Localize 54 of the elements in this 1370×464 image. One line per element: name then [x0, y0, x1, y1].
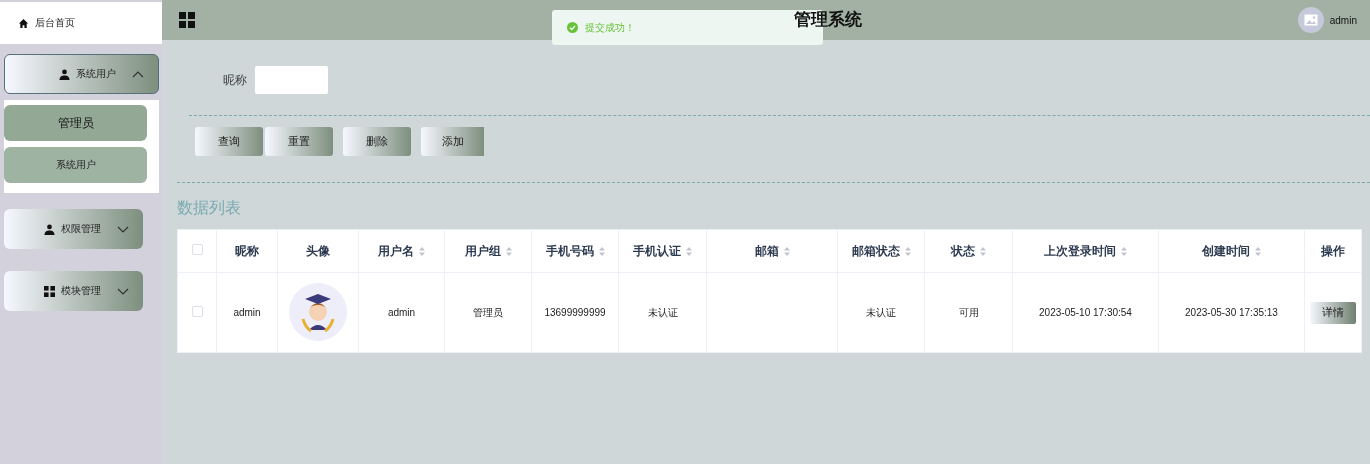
submenu-item[interactable]: 管理员 [4, 105, 147, 141]
user-icon [59, 68, 70, 80]
table-cell: admin [387, 307, 416, 318]
chevron-down-icon [117, 225, 129, 233]
action-button[interactable]: 删除 [343, 127, 411, 156]
menu-group-button[interactable]: 系统用户 [4, 54, 159, 94]
sort-icon [980, 246, 986, 256]
table-cell: admin [233, 307, 261, 318]
column-header[interactable]: 邮箱 [754, 242, 790, 260]
home-menu-item[interactable]: 后台首页 [0, 2, 162, 44]
section-title: 数据列表 [177, 198, 242, 218]
table-cell: 2023-05-30 17:35:13 [1185, 307, 1278, 318]
row-checkbox[interactable] [191, 306, 203, 317]
sort-icon [505, 246, 512, 256]
sort-icon [904, 246, 911, 256]
field-label: 昵称 [223, 71, 247, 89]
column-header[interactable]: 创建时间 [1202, 242, 1261, 260]
home-icon [18, 17, 29, 29]
chevron-up-icon [132, 70, 144, 78]
action-button[interactable]: 添加 [421, 127, 484, 156]
sort-icon [1121, 246, 1127, 256]
avatar-image-icon[interactable] [1297, 7, 1324, 33]
app-title: 管理系统 [794, 9, 862, 31]
sort-icon [1255, 246, 1261, 256]
avatar-drawing [289, 282, 347, 341]
column-header: 操作 [1321, 242, 1345, 260]
sort-icon [783, 246, 790, 256]
toast-message: 提交成功！ [585, 20, 635, 35]
table-cell: 13699999999 [544, 307, 606, 318]
submenu-item[interactable]: 系统用户 [4, 147, 147, 183]
sort-icon [598, 246, 605, 256]
column-header: 昵称 [235, 242, 259, 260]
table-cell: 未认证 [866, 306, 896, 318]
check-circle-icon [567, 22, 578, 33]
select-all-checkbox[interactable] [191, 244, 203, 255]
table-cell: 未认证 [647, 306, 678, 318]
chevron-down-icon [117, 287, 129, 295]
column-header[interactable]: 状态 [951, 242, 986, 260]
menu-group-button[interactable]: 模块管理 [4, 271, 143, 311]
grid-icon[interactable] [179, 12, 195, 28]
user-icon [44, 223, 55, 235]
table-cell: 可用 [958, 306, 979, 318]
details-button[interactable]: 详情 [1310, 301, 1356, 324]
action-button[interactable]: 重置 [265, 127, 333, 156]
menu-group-button[interactable]: 权限管理 [4, 209, 143, 249]
column-header: 头像 [306, 242, 330, 260]
action-button[interactable]: 查询 [195, 127, 263, 156]
table-cell: 2023-05-10 17:30:54 [1039, 307, 1132, 318]
user-name[interactable]: admin [1329, 14, 1357, 26]
table-cell: 管理员 [473, 306, 503, 318]
sort-icon [686, 246, 692, 256]
grid-icon [44, 285, 55, 297]
nickname-input[interactable] [255, 66, 328, 94]
sort-icon [419, 246, 425, 256]
